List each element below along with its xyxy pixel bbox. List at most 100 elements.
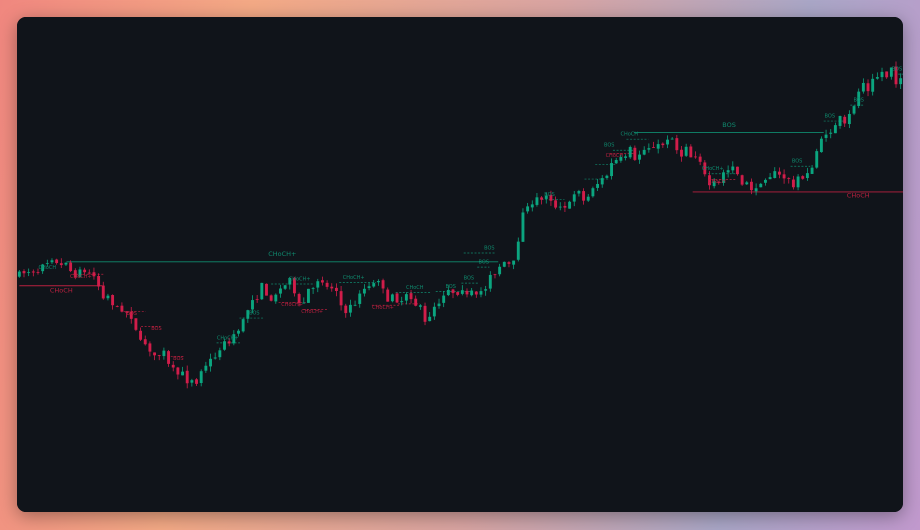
candle-body [432,306,436,317]
candle-body [787,178,791,179]
structure-label: BOS [445,284,455,290]
candle [260,282,264,300]
candle-body [833,125,837,134]
candle-body [409,293,413,300]
candle [502,261,506,268]
candle-body [577,191,581,194]
candle-body [568,201,572,209]
candle-body [899,78,903,85]
candle-body [283,285,287,289]
candle-body [633,147,637,160]
candle-body [596,184,600,188]
candle-body [45,263,49,264]
candle-body [204,365,208,371]
candle-body [139,330,143,340]
candle-body [745,182,749,185]
candle [386,287,390,302]
candle-body [195,379,198,384]
candle-body [507,262,511,264]
structure-label: BOS [126,311,136,317]
structure-label: BOS [464,276,474,282]
candle-body [241,319,245,332]
candle-body [736,166,739,175]
candle-body [796,176,800,188]
candle-body [101,285,105,299]
candle [852,105,856,116]
candle-body [484,289,488,291]
candle-body [824,134,828,138]
candle-body [181,371,184,376]
candle-body [628,146,632,158]
candle-body [479,291,483,295]
candle-body [558,206,562,208]
candle-body [694,156,697,158]
candle-body [526,206,530,212]
candle [628,145,632,159]
structure-label: CHoCH [406,285,424,291]
candle-body [880,71,884,78]
candle [819,136,823,153]
candle-body [591,188,595,197]
candle-body [675,138,679,151]
candle-body [157,355,161,356]
candle-body [153,352,157,356]
candle-body [763,179,767,183]
candle-body [442,295,446,303]
candle-body [400,301,404,303]
candle-body [768,177,772,180]
candle-body [148,343,152,352]
candle [307,288,310,303]
candle-body [773,171,777,178]
structure-label: BOS [604,143,614,149]
candle-body [59,263,63,266]
candle-body [209,358,212,367]
candle [815,148,819,169]
candlestick-chart[interactable]: CHoCH+ CHoCH BOS CHoCH CHoCH CHoCH+ BOS BOS BOS C… [17,17,903,512]
candle-body [143,339,147,345]
candle-body [885,71,889,78]
candle-body [642,149,646,155]
candle-body [348,304,352,313]
candle-body [698,156,702,162]
candle-body [111,295,115,306]
candle-body [610,163,613,177]
candle-body [465,290,469,295]
candle-body [31,271,35,273]
candle-body [362,288,366,294]
candle-body [27,272,31,273]
structure-label: CHoCH [620,132,638,138]
candle-body [171,364,175,368]
candle-body [838,115,842,126]
structure-label: CHoCH+ [702,166,724,172]
candle-body [260,282,264,300]
candle-body [372,283,376,287]
candle-body [64,262,68,265]
candle-body [572,194,576,202]
candle-body [777,171,781,175]
candle-body [843,116,847,124]
candle-body [866,83,870,92]
candle [241,317,245,333]
candle-body [782,174,786,179]
candle-body [456,292,460,295]
candle-body [320,280,324,283]
candle-body [92,272,96,277]
candle-body [50,260,54,263]
structure-label: BOS [722,121,736,129]
candle-body [502,261,506,267]
candle-body [540,197,544,200]
candle-body [805,173,809,179]
candle-body [213,357,217,359]
candle-body [689,146,693,158]
candle-body [316,281,320,288]
candle-body [852,106,856,114]
candle-body [740,175,744,185]
structure-label: CHoCH [847,192,870,200]
candle-body [652,147,655,148]
candle-body [223,341,226,350]
candle-body [437,303,441,307]
candle-body [307,288,310,303]
candle-body [167,351,170,364]
candle-body [237,330,240,334]
candle-body [418,305,422,307]
